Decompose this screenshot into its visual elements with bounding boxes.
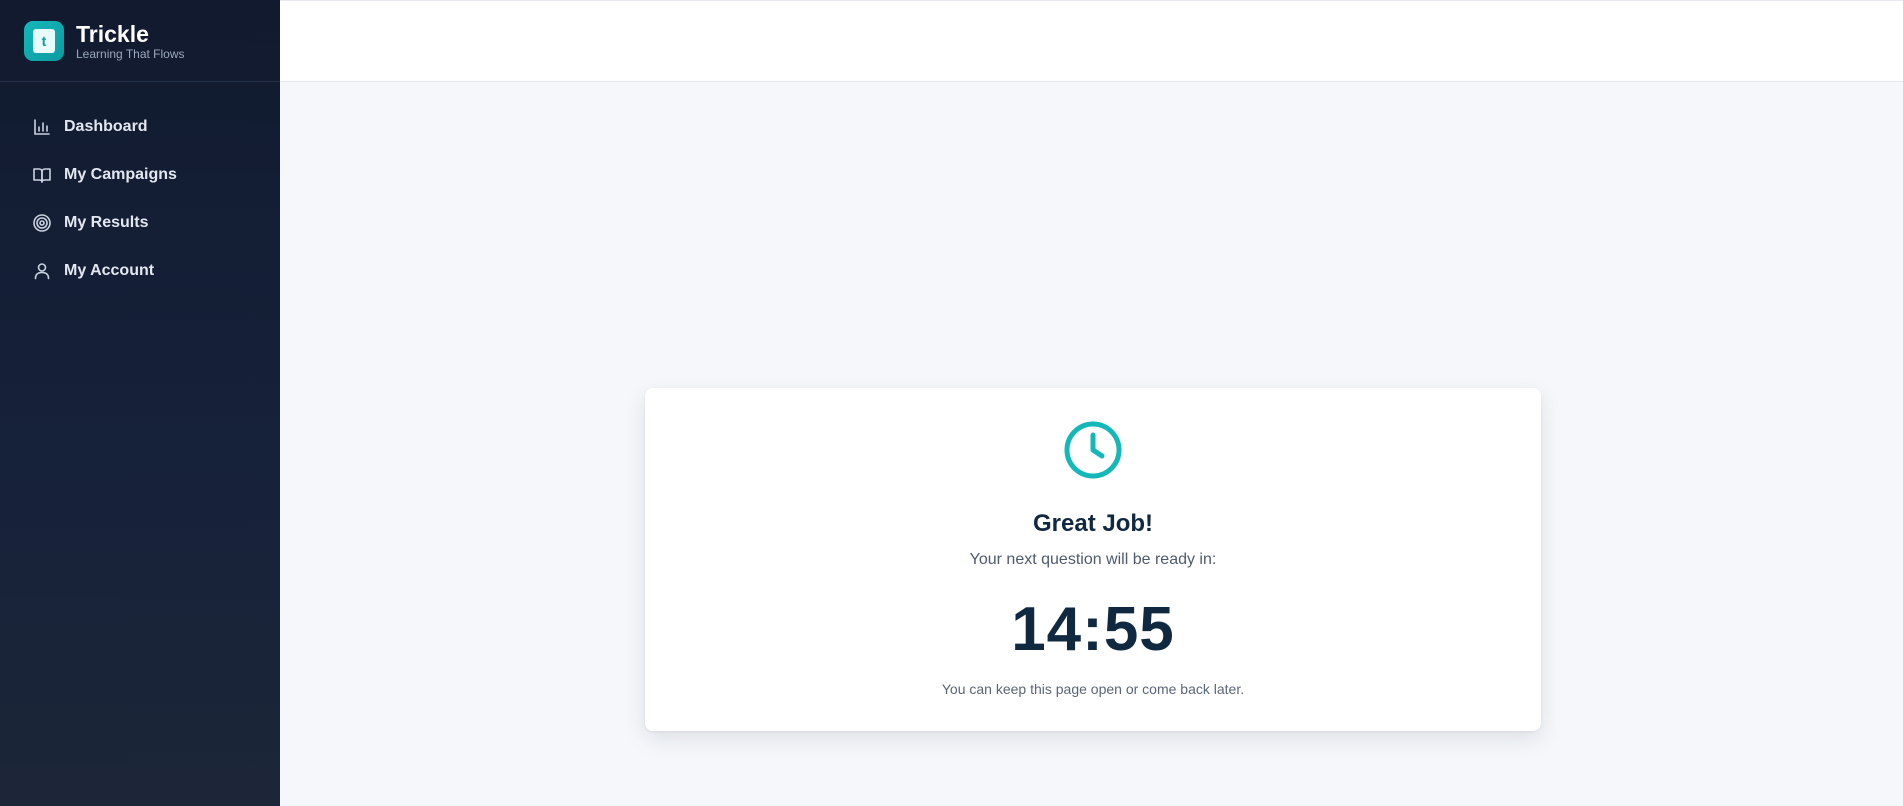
app-tagline: Learning That Flows (76, 46, 185, 61)
target-icon (32, 213, 52, 233)
logo-glyph: t (33, 28, 55, 53)
clock-icon (1063, 420, 1123, 480)
sidebar-item-label: My Results (64, 214, 149, 231)
countdown-card: Great Job! Your next question will be re… (645, 388, 1541, 731)
top-bar (280, 0, 1903, 82)
card-subtitle: Your next question will be ready in: (969, 551, 1217, 568)
sidebar-item-label: My Campaigns (64, 166, 177, 183)
sidebar-item-results[interactable]: My Results (0, 199, 280, 247)
sidebar-item-campaigns[interactable]: My Campaigns (0, 151, 280, 199)
sidebar-item-label: Dashboard (64, 118, 148, 135)
countdown-timer: 14:55 (1011, 595, 1175, 664)
sidebar: t Trickle Learning That Flows Dashboard (0, 0, 280, 806)
app-name: Trickle (76, 20, 149, 47)
user-icon (32, 261, 52, 281)
card-title: Great Job! (1032, 510, 1154, 537)
sidebar-item-dashboard[interactable]: Dashboard (0, 103, 280, 151)
app-logo: t (24, 20, 64, 61)
sidebar-item-account[interactable]: My Account (0, 247, 280, 295)
book-open-icon (32, 165, 52, 185)
sidebar-nav: Dashboard My Campaigns My Results My Acc… (0, 82, 280, 295)
brand-text: Trickle Learning That Flows (76, 21, 185, 61)
sidebar-item-label: My Account (64, 262, 155, 279)
card-note: You can keep this page open or come back… (941, 681, 1245, 697)
brand[interactable]: t Trickle Learning That Flows (0, 0, 280, 82)
bar-chart-icon (32, 117, 52, 137)
